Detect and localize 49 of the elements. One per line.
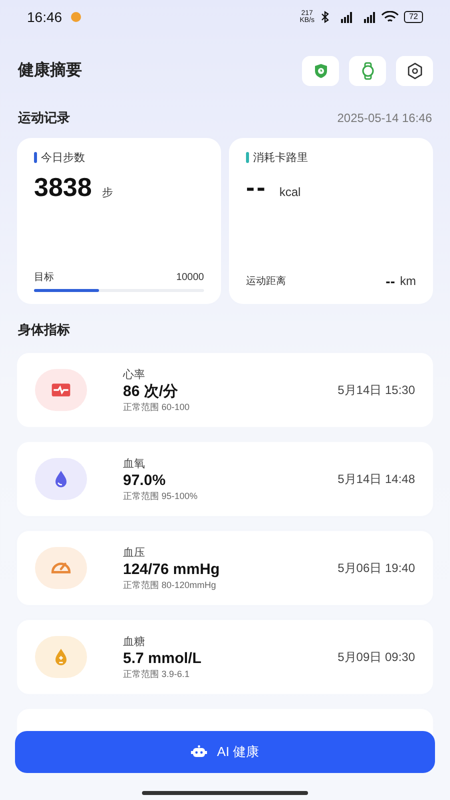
watch-icon: [360, 62, 376, 80]
metric-name: 血糖: [123, 634, 146, 648]
metric-card[interactable]: 血压 124/76 mmHg 正常范围 80-120mmHg 5月06日 19:40: [17, 531, 433, 605]
metric-card[interactable]: 血糖 5.7 mmol/L 正常范围 3.9-6.1 5月09日 09:30: [17, 620, 433, 694]
bluetooth-icon: [320, 11, 330, 23]
distance-unit: km: [400, 273, 416, 290]
wifi-icon: [381, 11, 400, 23]
metric-time: 5月06日 19:40: [338, 560, 415, 577]
metric-name: 血氧: [123, 456, 146, 470]
metric-range: 正常范围 3.9-6.1: [123, 668, 191, 680]
metric-range: 正常范围 95-100%: [123, 490, 199, 502]
metric-time: 5月14日 14:48: [338, 471, 415, 488]
metric-name: 心率: [123, 368, 146, 382]
distance-label: 运动距离: [246, 274, 286, 288]
card-label: 今日步数: [41, 150, 85, 166]
security-button[interactable]: [302, 56, 339, 86]
page-title: 健康摘要: [18, 60, 82, 81]
distance-value: --: [386, 272, 395, 290]
battery-indicator: 72: [404, 11, 423, 23]
calories-unit: kcal: [279, 184, 301, 201]
metric-card[interactable]: 血氧 97.0% 正常范围 95-100% 5月14日 14:48: [17, 442, 433, 516]
section-title: 身体指标: [17, 320, 71, 338]
steps-value: 3838: [34, 171, 92, 204]
settings-button[interactable]: [396, 56, 433, 86]
ai-health-button[interactable]: AI 健康: [15, 731, 435, 773]
metric-value: 97.0%: [123, 470, 167, 490]
calories-value: --: [246, 171, 268, 204]
metric-name: 血压: [123, 546, 146, 560]
metric-value: 86 次/分: [123, 382, 180, 400]
gauge-icon: [51, 562, 71, 574]
metric-range: 正常范围 60-100: [123, 400, 191, 412]
metric-time: 5月14日 15:30: [338, 382, 415, 399]
record-timestamp: 2025-05-14 16:46: [337, 110, 432, 127]
metric-value: 5.7 mmol/L: [123, 648, 202, 668]
goal-value: 10000: [176, 270, 204, 284]
section-title: 运动记录: [18, 109, 70, 127]
status-time: 16:46: [27, 8, 62, 26]
metric-card[interactable]: 心率 86 次/分 正常范围 60-100 5月14日 15:30: [17, 353, 433, 427]
shield-clock-icon: [312, 63, 328, 79]
goal-label: 目标: [34, 270, 54, 284]
metric-value: 124/76 mmHg: [123, 560, 221, 578]
metric-time: 5月09日 09:30: [338, 649, 415, 666]
robot-icon: [191, 745, 208, 759]
metric-range: 正常范围 80-120mmHg: [123, 578, 218, 590]
steps-unit: 步: [102, 186, 113, 201]
settings-icon: [406, 62, 424, 80]
watch-button[interactable]: [349, 56, 386, 86]
card-label: 消耗卡路里: [253, 150, 308, 166]
app-notification-icon: [70, 11, 82, 23]
